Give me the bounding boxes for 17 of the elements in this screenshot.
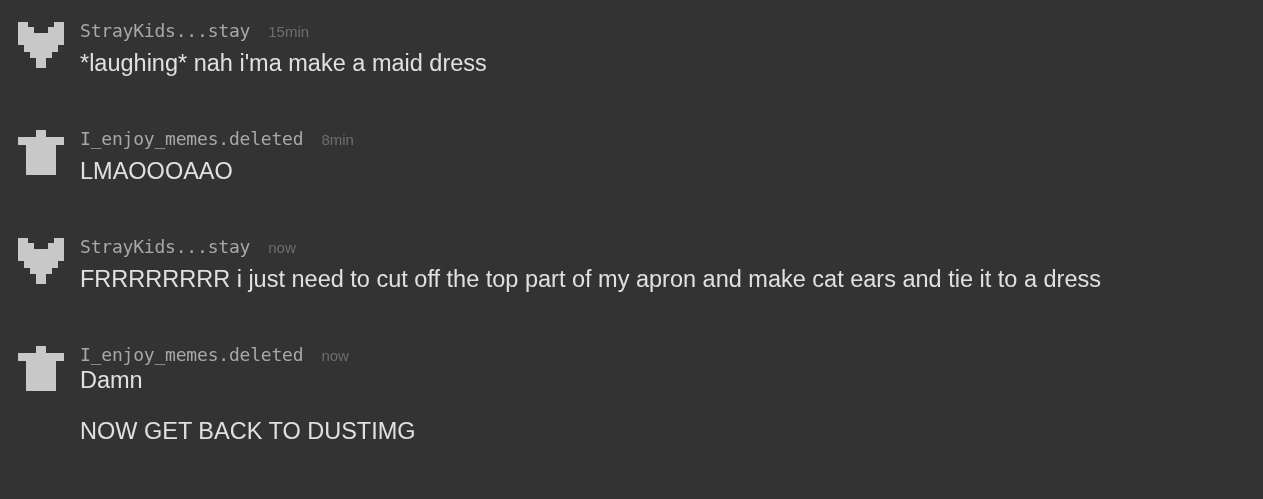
- message-text: NOW GET BACK TO DUSTIMG: [80, 417, 416, 446]
- author-name[interactable]: StrayKids...stay: [80, 236, 251, 257]
- shirt-avatar-icon: [18, 346, 64, 392]
- message-time: 15min: [268, 23, 310, 40]
- message-text: FRRRRRRRR i just need to cut off the top part of my apron and make cat ears and tie it to a dress: [80, 265, 1101, 294]
- message-time: 8min: [321, 131, 354, 148]
- author-name[interactable]: I_enjoy_memes.deleted: [80, 344, 304, 365]
- heart-avatar-icon: [18, 238, 64, 284]
- message-time: now: [268, 239, 296, 256]
- message-text: *laughing* nah i'ma make a maid dress: [80, 49, 487, 78]
- message-time: now: [321, 347, 349, 364]
- author-name[interactable]: I_enjoy_memes.deleted: [80, 128, 304, 149]
- message-text: Damn: [80, 366, 144, 395]
- shirt-avatar-icon: [18, 130, 64, 176]
- heart-avatar-icon: [18, 22, 64, 68]
- message-text: LMAOOOAAO: [80, 157, 234, 186]
- author-name[interactable]: StrayKids...stay: [80, 20, 251, 41]
